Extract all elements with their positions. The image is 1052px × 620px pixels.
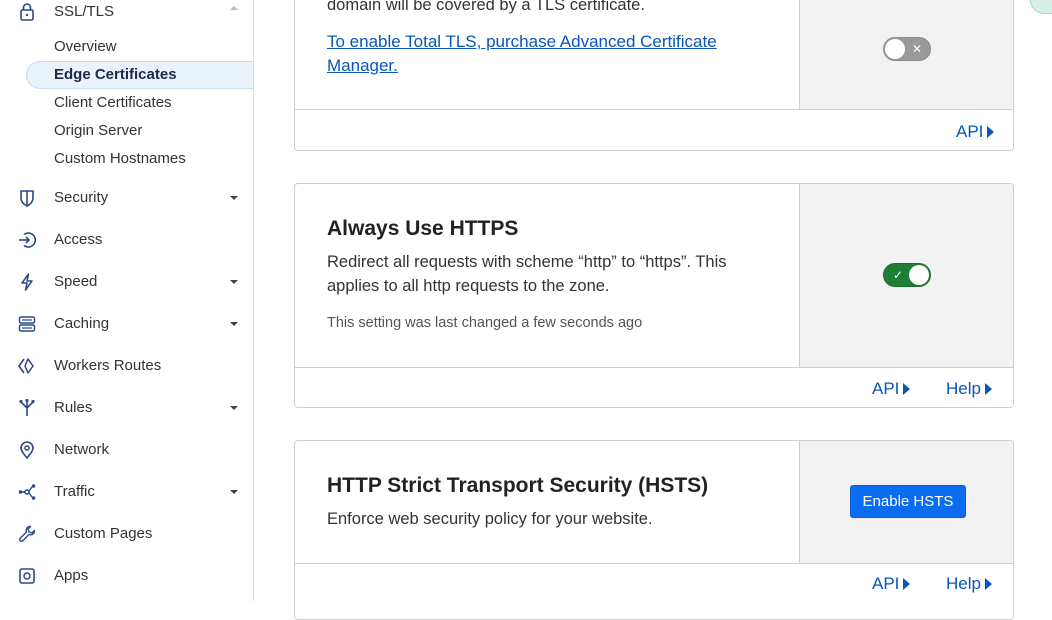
total-tls-card: domain will be covered by a TLS certific… [294,0,1014,151]
api-link[interactable]: API [956,122,995,142]
card-side-panel: ✓ [799,184,1013,367]
wrench-icon [17,524,37,544]
sidebar-item-workers-routes[interactable]: Workers Routes [0,349,253,383]
sidebar-item-traffic[interactable]: Traffic [0,475,253,509]
card-title: Always Use HTTPS [327,217,519,240]
x-icon: ✕ [911,42,922,56]
sidebar-item-speed[interactable]: Speed [0,265,253,299]
sidebar-section-label: SSL/TLS [54,3,115,20]
card-footer: API [295,109,1013,150]
sidebar-item-label: Custom Pages [54,525,153,542]
last-changed-text: This setting was last changed a few seco… [327,315,643,331]
card-title: HTTP Strict Transport Security (HSTS) [327,474,709,497]
api-link-label: API [872,379,900,398]
total-tls-toggle[interactable]: ✕ [883,37,931,61]
traffic-icon [17,482,37,502]
workers-icon [17,356,37,376]
sidebar-item-label: Traffic [54,483,95,500]
card-description: Redirect all requests with scheme “http”… [327,253,727,295]
card-body: domain will be covered by a TLS certific… [295,0,799,109]
api-link-label: API [956,122,984,141]
card-body: HTTP Strict Transport Security (HSTS) En… [295,441,799,563]
always-use-https-card: Always Use HTTPS Redirect all requests w… [294,183,1014,408]
hsts-card: HTTP Strict Transport Security (HSTS) En… [294,440,1014,620]
card-side-panel: ✕ [799,0,1013,109]
toggle-knob [909,265,929,285]
sidebar-item-access[interactable]: Access [0,223,253,257]
chevron-down-icon[interactable] [229,279,239,285]
advanced-certificate-manager-link[interactable]: To enable Total TLS, purchase Advanced C… [327,30,747,78]
sidebar-item-label: Speed [54,273,98,290]
sidebar-item-label: Access [54,231,103,248]
caret-right-icon [903,383,911,395]
card-footer: API Help [295,563,1013,619]
check-icon: ✓ [893,268,904,282]
sidebar-item-security[interactable]: Security [0,181,253,215]
enable-hsts-button[interactable]: Enable HSTS [850,485,966,518]
caret-right-icon [984,578,992,590]
toggle-knob [885,39,905,59]
floating-widget[interactable] [1030,0,1052,14]
chevron-down-icon[interactable] [229,405,239,411]
card-body: Always Use HTTPS Redirect all requests w… [295,184,799,367]
sidebar-item-rules[interactable]: Rules [0,391,253,425]
sidebar-section-ssl-tls[interactable]: SSL/TLS [0,0,253,26]
help-link-label: Help [946,574,981,593]
sidebar-item-custom-pages[interactable]: Custom Pages [0,517,253,551]
sidebar-item-label: Network [54,441,110,458]
sidebar-item-apps[interactable]: Apps [0,559,253,593]
rules-icon [17,398,37,418]
api-link-label: API [872,574,900,593]
card-description: Enforce web security policy for your web… [327,510,653,528]
shield-icon [17,188,37,208]
help-link[interactable]: Help [946,574,992,594]
sidebar-item-network[interactable]: Network [0,433,253,467]
access-icon [17,230,37,250]
sidebar-item-label: Apps [54,567,89,584]
apps-icon [17,566,37,586]
chevron-down-icon[interactable] [229,489,239,495]
sidebar-subitem-custom-hostnames[interactable]: Custom Hostnames [26,145,253,173]
caret-right-icon [903,578,911,590]
api-link[interactable]: API [872,574,911,594]
sidebar-subitem-edge-certificates[interactable]: Edge Certificates [26,61,253,89]
sidebar-item-caching[interactable]: Caching [0,307,253,341]
card-footer: API Help [295,367,1013,407]
lock-icon [18,2,36,22]
api-link[interactable]: API [872,379,911,399]
sidebar: SSL/TLS Overview Edge Certificates Clien… [0,0,254,601]
lightning-icon [17,272,37,292]
chevron-up-icon[interactable] [229,5,239,11]
sidebar-item-label: Caching [54,315,110,332]
sidebar-subitem-overview[interactable]: Overview [26,33,253,61]
sidebar-item-label: Security [54,189,109,206]
caching-icon [17,314,37,334]
always-use-https-toggle[interactable]: ✓ [883,263,931,287]
chevron-down-icon[interactable] [229,195,239,201]
chevron-down-icon[interactable] [229,321,239,327]
help-link[interactable]: Help [946,379,992,399]
sidebar-subitem-origin-server[interactable]: Origin Server [26,117,253,145]
sidebar-subitem-client-certificates[interactable]: Client Certificates [26,89,253,117]
card-description: domain will be covered by a TLS certific… [327,0,645,14]
card-side-panel: Enable HSTS [799,441,1013,563]
caret-right-icon [984,383,992,395]
location-pin-icon [17,440,37,460]
sidebar-item-label: Rules [54,399,93,416]
caret-right-icon [987,126,995,138]
sidebar-item-label: Workers Routes [54,357,162,374]
help-link-label: Help [946,379,981,398]
